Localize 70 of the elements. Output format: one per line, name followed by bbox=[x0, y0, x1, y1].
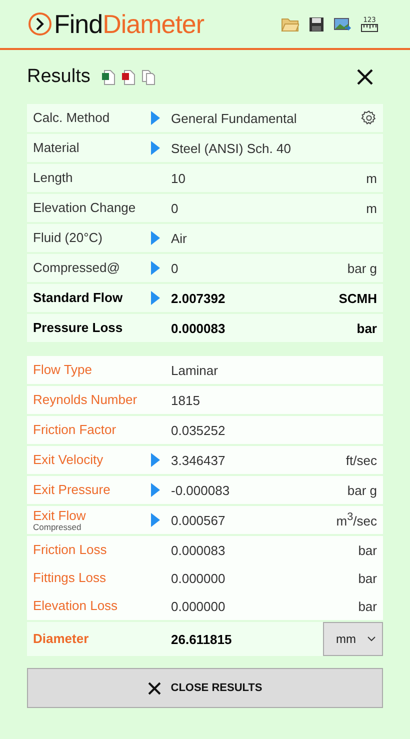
unit-label: bar bbox=[358, 570, 377, 586]
unit-label: ft/sec bbox=[346, 452, 377, 468]
unit-label: SCMH bbox=[338, 290, 377, 306]
row-value: 2.007392 bbox=[171, 290, 226, 306]
caret-icon[interactable] bbox=[151, 291, 160, 305]
row-label: Elevation Loss bbox=[33, 599, 119, 613]
unit-label: bar bbox=[356, 320, 377, 336]
row-value: 10 bbox=[171, 170, 186, 186]
row-value: 1815 bbox=[171, 392, 201, 408]
pdf-file-icon[interactable] bbox=[122, 70, 136, 84]
row-value: 0.000000 bbox=[171, 598, 226, 614]
export-image-button[interactable] bbox=[334, 16, 351, 32]
close-results-button[interactable]: CLOSE RESULTS bbox=[27, 668, 383, 708]
caret-icon[interactable] bbox=[151, 453, 160, 467]
row-value: 0.000000 bbox=[171, 570, 226, 586]
unit-label: bar g bbox=[347, 260, 377, 276]
row-label: Reynolds Number bbox=[33, 393, 138, 407]
row-value: 0.000083 bbox=[171, 542, 226, 558]
caret-icon[interactable] bbox=[151, 231, 160, 245]
row-value: 0.000083 bbox=[171, 320, 226, 336]
excel-file-icon[interactable] bbox=[102, 70, 116, 84]
caret-icon[interactable] bbox=[151, 483, 160, 497]
row-label: Exit Pressure bbox=[33, 483, 112, 497]
row-value: -0.000083 bbox=[171, 482, 231, 498]
settings-icon[interactable] bbox=[361, 110, 377, 126]
row-value: 0.035252 bbox=[171, 422, 226, 438]
row-label: Friction Loss bbox=[33, 543, 108, 557]
row-label: Compressed@ bbox=[33, 261, 121, 275]
row-value: 0 bbox=[171, 260, 180, 276]
row-label: Exit Velocity bbox=[33, 453, 104, 467]
chevron-down-icon bbox=[367, 636, 376, 642]
row-value: General Fundamental bbox=[171, 110, 298, 126]
row-value: 3.346437 bbox=[171, 452, 226, 468]
row-label: Calc. Method bbox=[33, 111, 111, 125]
row-value: 0.000567 bbox=[171, 512, 226, 528]
unit-label: m bbox=[366, 200, 377, 216]
app-title: FindDiameter bbox=[54, 8, 204, 40]
row-value: Air bbox=[171, 230, 188, 246]
unit-label: bar bbox=[358, 542, 377, 558]
row-label: Fluid (20°C) bbox=[33, 231, 104, 245]
open-folder-button[interactable] bbox=[281, 16, 299, 32]
results-title: Results bbox=[27, 66, 90, 88]
row-label: Length bbox=[33, 171, 74, 185]
caret-icon[interactable] bbox=[151, 513, 160, 527]
row-label: Friction Factor bbox=[33, 423, 118, 437]
row-label: Flow Type bbox=[33, 363, 94, 377]
close-icon bbox=[148, 682, 161, 694]
row-label: Standard Flow bbox=[33, 291, 124, 305]
row-label: Material bbox=[33, 141, 80, 155]
caret-icon[interactable] bbox=[151, 141, 160, 155]
unit-label: m$^{3}$/sec bbox=[336, 511, 377, 529]
chevron-circle-icon bbox=[28, 12, 52, 36]
row-label: Pressure Loss bbox=[33, 321, 124, 335]
row-value: 0 bbox=[171, 200, 180, 216]
caret-icon[interactable] bbox=[151, 111, 160, 125]
save-button[interactable] bbox=[309, 16, 324, 32]
row-label: Fittings Loss bbox=[33, 571, 107, 585]
copy-icon[interactable] bbox=[142, 70, 156, 84]
unit-label: bar bbox=[358, 598, 377, 614]
row-sublabel: Compressed bbox=[33, 522, 82, 532]
unit-dropdown[interactable]: mm bbox=[323, 622, 383, 656]
unit-label: m bbox=[366, 170, 377, 186]
unit-label: bar g bbox=[347, 482, 377, 498]
row-value: Laminar bbox=[171, 362, 219, 378]
row-value: 26.611815 bbox=[171, 632, 233, 646]
caret-icon[interactable] bbox=[151, 261, 160, 275]
row-label: Diameter bbox=[33, 632, 90, 646]
row-label: Exit Flow bbox=[33, 508, 87, 522]
row-label: Elevation Change bbox=[33, 201, 137, 215]
row-value: Steel (ANSI) Sch. 40 bbox=[171, 140, 292, 156]
